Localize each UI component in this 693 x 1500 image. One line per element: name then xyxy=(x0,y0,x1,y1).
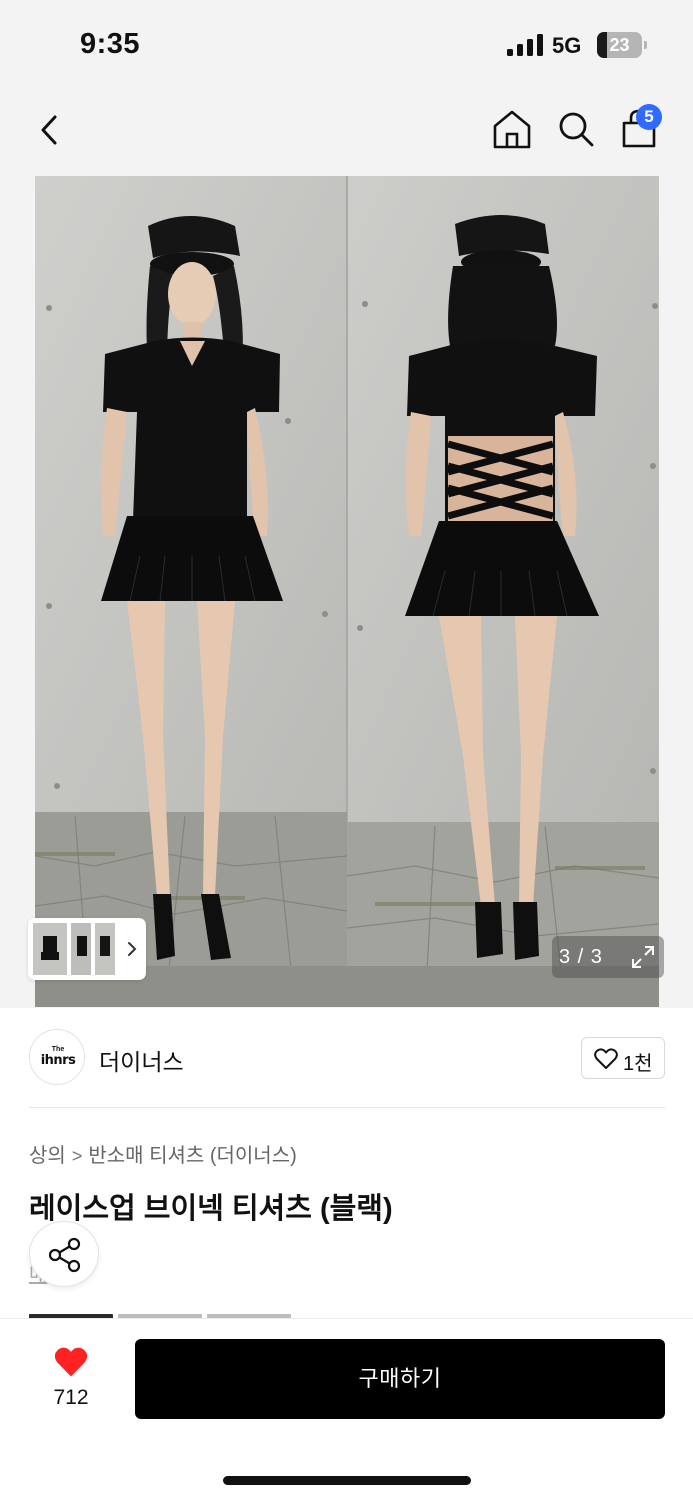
brand-logo-small: The xyxy=(51,1046,65,1053)
network-type: 5G xyxy=(552,33,582,58)
search-icon[interactable] xyxy=(557,110,595,148)
share-button[interactable] xyxy=(29,1221,99,1287)
thumbnail-strip[interactable] xyxy=(28,918,146,980)
breadcrumb-category[interactable]: 상의 xyxy=(29,1145,66,1167)
brand-name[interactable]: 더이너스 xyxy=(99,1043,184,1077)
brand-like-button[interactable]: 1천 xyxy=(581,1037,665,1079)
product-title: 레이스업 브이넥 티셔츠 (블랙) xyxy=(29,1193,393,1225)
breadcrumb-subcategory[interactable]: 반소매 티셔츠 (더이너스) xyxy=(88,1145,296,1167)
status-bar: 9:35 5G 23 xyxy=(0,0,693,92)
product-image[interactable] xyxy=(35,176,659,1007)
status-time: 9:35 xyxy=(80,28,141,60)
image-counter-text: 3 / 3 xyxy=(559,946,603,968)
heart-filled-icon xyxy=(54,1347,88,1377)
cart-badge: 5 xyxy=(636,104,662,130)
buy-button[interactable]: 구매하기 xyxy=(135,1339,665,1419)
back-icon[interactable] xyxy=(34,110,68,150)
cart-button[interactable]: 5 xyxy=(620,104,666,150)
breadcrumb-separator-icon: > xyxy=(71,1146,83,1166)
battery-icon: 23 xyxy=(597,32,647,58)
image-counter: 3 / 3 xyxy=(552,936,664,978)
heart-outline-icon xyxy=(594,1048,618,1069)
expand-icon[interactable] xyxy=(630,944,656,970)
home-icon[interactable] xyxy=(492,108,532,150)
share-icon xyxy=(48,1237,81,1273)
divider xyxy=(29,1107,665,1108)
brand-logo-text: ihnrs xyxy=(40,1053,76,1068)
breadcrumb: 상의 > 반소매 티셔츠 (더이너스) xyxy=(29,1139,297,1168)
signal-icon xyxy=(507,34,543,56)
wishlist-count: 712 xyxy=(53,1386,89,1409)
wishlist-button[interactable]: 712 xyxy=(40,1346,102,1412)
brand-logo[interactable]: The ihnrs xyxy=(29,1029,85,1085)
home-indicator xyxy=(223,1476,471,1485)
brand-like-count: 1천 xyxy=(623,1053,653,1075)
chevron-right-icon[interactable] xyxy=(126,940,138,958)
product-photo-illustration xyxy=(35,176,659,1007)
battery-percent: 23 xyxy=(609,35,630,55)
